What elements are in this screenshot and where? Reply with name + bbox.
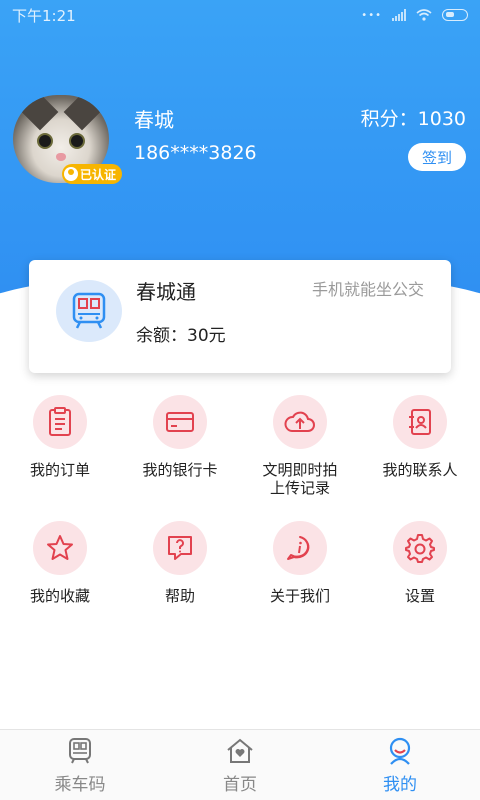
- menu-label: 帮助: [164, 587, 195, 605]
- bank-card-icon: [153, 395, 207, 449]
- menu-label: 我的联系人: [382, 461, 458, 479]
- menu-item-help[interactable]: 帮助: [120, 521, 240, 647]
- battery-icon: [442, 9, 468, 21]
- card-slogan: 手机就能坐公交: [311, 280, 424, 299]
- contacts-icon: [393, 395, 447, 449]
- menu-item-bank-cards[interactable]: 我的银行卡: [120, 395, 240, 521]
- bus-card-icon: [56, 280, 122, 342]
- card-title: 春城通: [136, 280, 196, 304]
- user-verified-icon: [64, 167, 78, 181]
- menu-label: 我的银行卡: [142, 461, 218, 479]
- info-icon: [273, 521, 327, 575]
- menu-item-favorites[interactable]: 我的收藏: [0, 521, 120, 647]
- menu-label: 我的收藏: [29, 587, 90, 605]
- tab-mine[interactable]: 我的: [320, 730, 480, 800]
- bottom-tab-bar: 乘车码 首页 我的: [0, 729, 480, 800]
- cloud-upload-icon: [273, 395, 327, 449]
- profile-icon: [389, 737, 411, 765]
- transit-card[interactable]: 春城通 手机就能坐公交 余额：30元: [29, 260, 451, 373]
- signin-button[interactable]: 签到: [408, 143, 466, 171]
- signal-icon: [392, 9, 406, 21]
- help-icon: [153, 521, 207, 575]
- tab-label: 首页: [223, 775, 257, 795]
- gear-icon: [393, 521, 447, 575]
- status-bar: 下午1:21 •••: [0, 0, 480, 30]
- verified-badge: 已认证: [62, 164, 123, 184]
- menu-label: 设置: [404, 587, 435, 605]
- menu-item-orders[interactable]: 我的订单: [0, 395, 120, 521]
- tab-ride-code[interactable]: 乘车码: [0, 730, 160, 800]
- points-display: 积分：1030: [360, 108, 466, 130]
- clipboard-icon: [33, 395, 87, 449]
- menu-grid: 我的订单 我的银行卡 文明即时拍 上传记录 我的联系人 我的收藏 帮助 关于我们…: [0, 395, 480, 647]
- verified-badge-label: 已认证: [80, 167, 117, 182]
- star-icon: [33, 521, 87, 575]
- wifi-icon: [416, 9, 432, 21]
- card-balance: 余额：30元: [136, 326, 226, 346]
- user-phone: 186****3826: [134, 142, 257, 164]
- tab-label: 乘车码: [54, 775, 106, 795]
- menu-item-about[interactable]: 关于我们: [240, 521, 360, 647]
- tab-home[interactable]: 首页: [160, 730, 320, 800]
- menu-label: 关于我们: [269, 587, 330, 605]
- menu-item-settings[interactable]: 设置: [360, 521, 480, 647]
- status-time: 下午1:21: [12, 6, 76, 25]
- notification-dots-icon: •••: [361, 9, 382, 21]
- menu-label: 文明即时拍 上传记录: [262, 461, 338, 497]
- user-name: 春城: [134, 108, 174, 132]
- menu-item-upload-records[interactable]: 文明即时拍 上传记录: [240, 395, 360, 521]
- tab-label: 我的: [383, 775, 417, 795]
- menu-item-contacts[interactable]: 我的联系人: [360, 395, 480, 521]
- bus-icon: [69, 738, 91, 764]
- menu-label: 我的订单: [29, 461, 90, 479]
- home-icon: [227, 738, 253, 763]
